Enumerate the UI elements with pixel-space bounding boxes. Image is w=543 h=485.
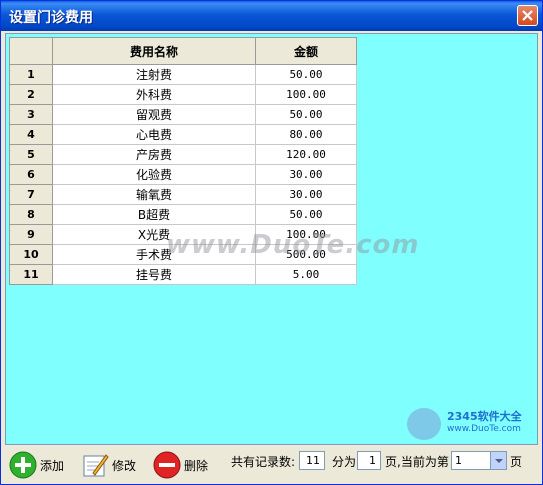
row-number[interactable]: 5: [9, 144, 53, 165]
table-row[interactable]: 8 B超费 50.00: [9, 204, 357, 225]
current-page-label: 页,当前为第: [385, 455, 449, 469]
fee-amount-cell[interactable]: 30.00: [255, 184, 357, 205]
logo-text: 2345软件大全: [447, 410, 522, 423]
dialog-window: 设置门诊费用 费用名称 金额 1 注射费 50.00 2 外科费 100.00 3 留观费 50…: [0, 0, 543, 485]
table-row[interactable]: 6 化验费 30.00: [9, 164, 357, 185]
table-row[interactable]: 5 产房费 120.00: [9, 144, 357, 165]
window-title: 设置门诊费用: [9, 10, 93, 26]
row-number[interactable]: 6: [9, 164, 53, 185]
total-records-field: 11: [299, 451, 325, 470]
row-number[interactable]: 2: [9, 84, 53, 105]
fee-amount-cell[interactable]: 100.00: [255, 84, 357, 105]
close-icon: [522, 10, 533, 21]
table-row[interactable]: 2 外科费 100.00: [9, 84, 357, 105]
fee-amount-cell[interactable]: 50.00: [255, 64, 357, 85]
close-button[interactable]: [517, 5, 538, 26]
grid-area: 费用名称 金额 1 注射费 50.00 2 外科费 100.00 3 留观费 50.00 4 心电费…: [5, 33, 538, 445]
edit-button[interactable]: 修改: [81, 450, 136, 480]
table-header-row: 费用名称 金额: [9, 37, 357, 65]
chevron-down-icon[interactable]: [490, 452, 506, 469]
fee-name-cell[interactable]: 留观费: [52, 104, 256, 125]
fee-name-cell[interactable]: 输氧费: [52, 184, 256, 205]
title-bar[interactable]: 设置门诊费用: [1, 1, 542, 31]
corner-cell[interactable]: [9, 37, 53, 65]
row-number[interactable]: 1: [9, 64, 53, 85]
current-page-value: 1: [455, 454, 462, 467]
fee-name-cell[interactable]: 心电费: [52, 124, 256, 145]
fee-name-cell[interactable]: 外科费: [52, 84, 256, 105]
bottom-toolbar: 添加 修改 删除 共有记录数: 11 分为 1 页,当前为第 1 页: [1, 447, 542, 483]
row-number[interactable]: 7: [9, 184, 53, 205]
add-button[interactable]: 添加: [9, 450, 64, 480]
delete-button[interactable]: 删除: [153, 450, 208, 480]
fee-amount-cell[interactable]: 80.00: [255, 124, 357, 145]
row-number[interactable]: 4: [9, 124, 53, 145]
watermark-text: www.DuoTe.com: [166, 230, 420, 260]
fee-amount-cell[interactable]: 120.00: [255, 144, 357, 165]
edit-pencil-icon: [83, 454, 109, 477]
fee-amount-cell[interactable]: 30.00: [255, 164, 357, 185]
site-logo: 2345软件大全 www.DuoTe.com: [403, 406, 533, 442]
fee-name-cell[interactable]: 化验费: [52, 164, 256, 185]
split-label: 分为: [332, 455, 357, 469]
table-row[interactable]: 3 留观费 50.00: [9, 104, 357, 125]
minus-icon: [153, 451, 181, 479]
row-number[interactable]: 9: [9, 224, 53, 245]
edit-label: 修改: [112, 458, 137, 473]
fee-name-cell[interactable]: 产房费: [52, 144, 256, 165]
plus-icon: [9, 451, 37, 479]
total-pages-field: 1: [357, 451, 381, 470]
row-number[interactable]: 8: [9, 204, 53, 225]
total-records-label: 共有记录数:: [231, 455, 296, 469]
fee-name-cell[interactable]: 注射费: [52, 64, 256, 85]
fee-name-cell[interactable]: 挂号费: [52, 264, 256, 285]
logo-url: www.DuoTe.com: [447, 424, 521, 434]
page-suffix-label: 页: [510, 455, 523, 469]
delete-label: 删除: [184, 458, 209, 473]
row-number[interactable]: 10: [9, 244, 53, 265]
column-header-name[interactable]: 费用名称: [52, 37, 256, 65]
row-number[interactable]: 3: [9, 104, 53, 125]
table-row[interactable]: 11 挂号费 5.00: [9, 264, 357, 285]
table-row[interactable]: 7 输氧费 30.00: [9, 184, 357, 205]
row-number[interactable]: 11: [9, 264, 53, 285]
table-row[interactable]: 4 心电费 80.00: [9, 124, 357, 145]
fee-amount-cell[interactable]: 50.00: [255, 204, 357, 225]
column-header-amount[interactable]: 金额: [255, 37, 357, 65]
fee-amount-cell[interactable]: 5.00: [255, 264, 357, 285]
fee-amount-cell[interactable]: 50.00: [255, 104, 357, 125]
add-label: 添加: [40, 458, 65, 473]
mascot-icon: [407, 408, 441, 440]
table-row[interactable]: 1 注射费 50.00: [9, 64, 357, 85]
fee-name-cell[interactable]: B超费: [52, 204, 256, 225]
current-page-select[interactable]: 1: [451, 451, 507, 470]
